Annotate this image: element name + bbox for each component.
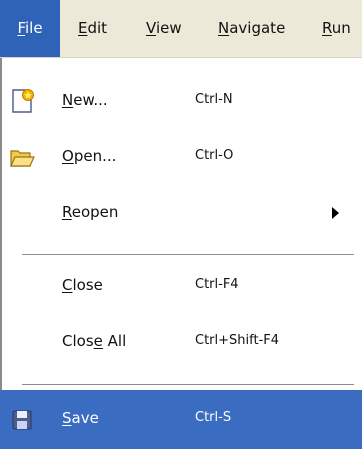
menu-navigate-mnemonic: N (218, 19, 230, 37)
new-file-icon (9, 88, 35, 114)
menu-item-open-label: Open... (62, 147, 117, 165)
menu-item-open[interactable]: Open... Ctrl-O (0, 128, 362, 184)
menu-item-close-all-shortcut: Ctrl+Shift-F4 (195, 333, 280, 348)
menu-item-new[interactable]: New... Ctrl-N (0, 72, 362, 128)
menu-view[interactable]: View (146, 0, 182, 57)
menu-item-new-label: New... (62, 91, 108, 109)
menu-separator (22, 384, 354, 385)
menu-item-close-shortcut: Ctrl-F4 (195, 277, 239, 292)
menu-bar: File Edit View Navigate Run (0, 0, 362, 58)
menu-file-mnemonic: F (17, 19, 25, 37)
menu-item-close-label: Close (62, 276, 103, 294)
menu-file-label: ile (24, 19, 43, 37)
menu-item-close-all[interactable]: Close All Ctrl+Shift-F4 (0, 313, 362, 369)
menu-navigate[interactable]: Navigate (218, 0, 285, 57)
menu-item-close-all-label: Close All (62, 332, 127, 350)
menu-item-save-shortcut: Ctrl-S (195, 410, 232, 425)
menu-run-label: un (331, 19, 351, 37)
menu-separator (22, 254, 354, 255)
menu-run[interactable]: Run (322, 0, 351, 57)
menu-edit[interactable]: Edit (78, 0, 107, 57)
menu-item-open-shortcut: Ctrl-O (195, 148, 234, 163)
menu-item-save[interactable]: Save Ctrl-S (0, 390, 362, 449)
menu-navigate-label: avigate (229, 19, 286, 37)
menu-item-close[interactable]: Close Ctrl-F4 (0, 257, 362, 313)
menu-item-reopen-label: Reopen (62, 203, 119, 221)
submenu-arrow-icon (332, 207, 339, 219)
menu-edit-label: dit (87, 19, 108, 37)
menu-item-new-shortcut: Ctrl-N (195, 92, 233, 107)
save-disk-icon (9, 407, 35, 433)
menu-file[interactable]: File (0, 0, 60, 57)
menu-item-reopen[interactable]: Reopen (0, 184, 362, 240)
folder-open-icon (9, 144, 35, 170)
menu-view-mnemonic: V (146, 19, 156, 37)
menu-view-label: iew (155, 19, 182, 37)
menu-run-mnemonic: R (322, 19, 332, 37)
menu-item-save-label: Save (62, 409, 99, 427)
